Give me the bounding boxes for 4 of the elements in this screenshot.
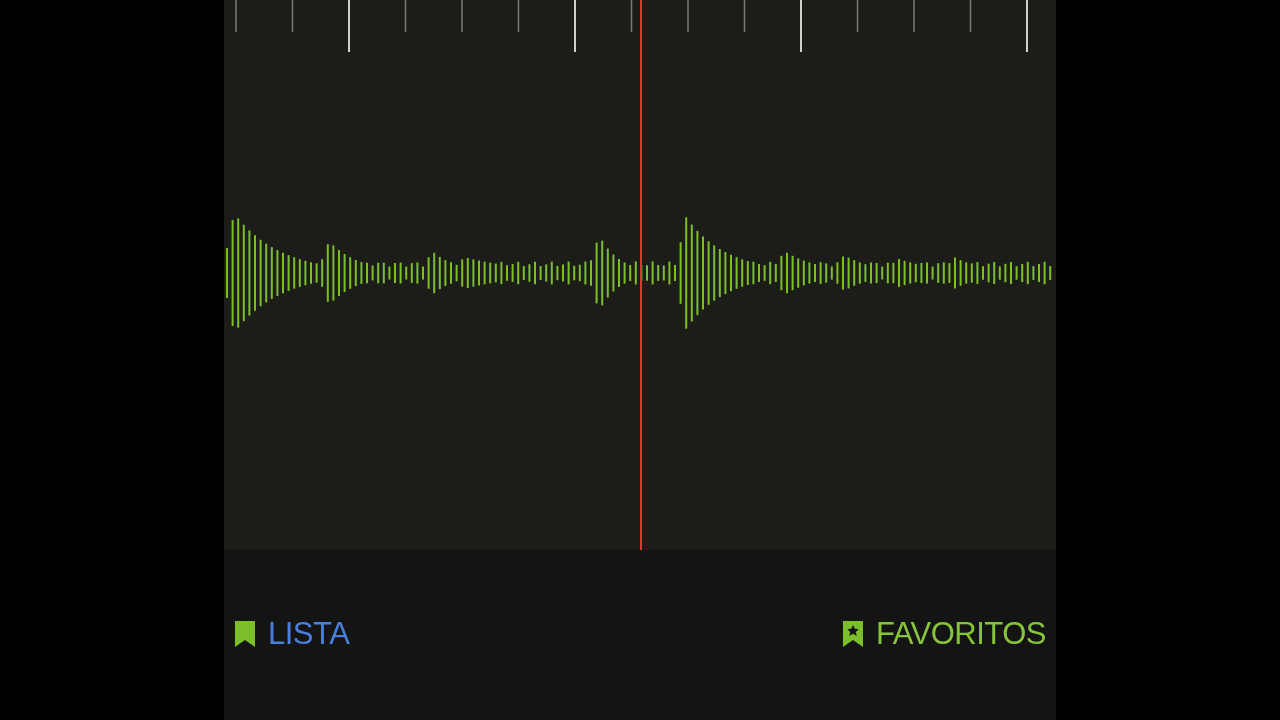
bookmark-star-icon xyxy=(841,620,864,648)
favorites-button[interactable]: FAVORITOS xyxy=(841,610,1046,658)
bookmark-icon xyxy=(234,620,256,648)
list-button[interactable]: LISTA xyxy=(234,610,350,658)
